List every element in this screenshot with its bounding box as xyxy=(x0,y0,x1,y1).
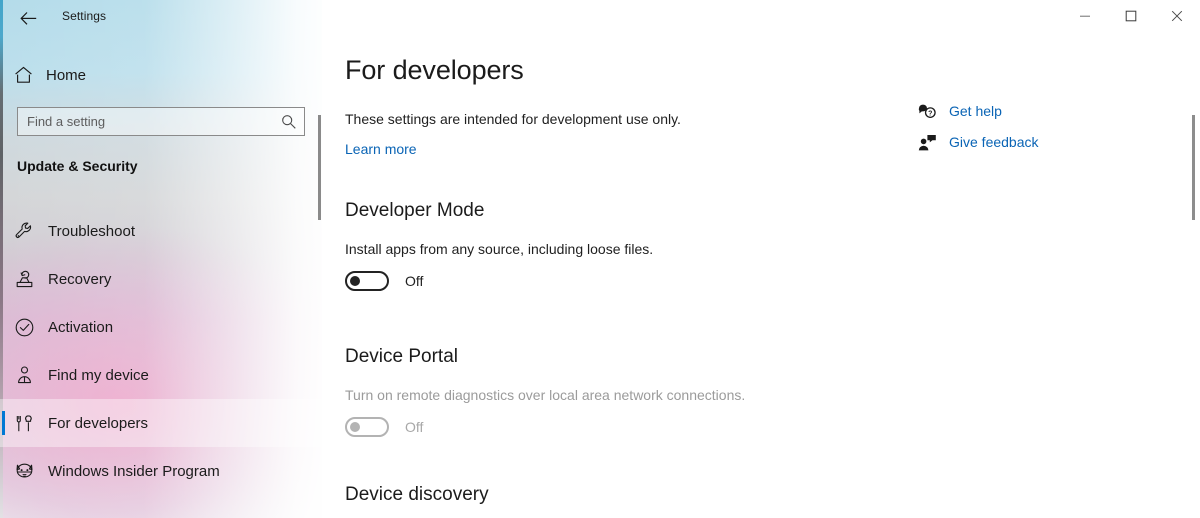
sidebar-item-recovery[interactable]: Recovery xyxy=(0,255,322,303)
sidebar-item-find-my-device[interactable]: Find my device xyxy=(0,351,322,399)
developer-mode-toggle-row[interactable]: Off xyxy=(345,271,653,291)
sidebar-nav-list: Troubleshoot Recovery Activation Find my… xyxy=(0,207,322,495)
selection-indicator xyxy=(2,411,5,435)
help-links: ? Get help Give feedback xyxy=(917,100,1039,153)
maximize-button[interactable] xyxy=(1108,0,1154,32)
main-scrollbar[interactable] xyxy=(1188,32,1198,518)
check-circle-icon xyxy=(0,317,48,338)
device-portal-toggle-state: Off xyxy=(405,419,424,435)
minimize-button[interactable] xyxy=(1062,0,1108,32)
sidebar-scrollbar-thumb[interactable] xyxy=(318,115,321,220)
device-portal-toggle xyxy=(345,417,389,437)
wrench-icon xyxy=(0,221,48,242)
sidebar-item-activation[interactable]: Activation xyxy=(0,303,322,351)
close-button[interactable] xyxy=(1154,0,1200,32)
window-controls xyxy=(1062,0,1200,32)
maximize-icon xyxy=(1125,10,1137,22)
sidebar-item-troubleshoot[interactable]: Troubleshoot xyxy=(0,207,322,255)
sidebar-item-label: Activation xyxy=(48,318,114,336)
sidebar-item-home[interactable]: Home xyxy=(0,58,322,92)
search-icon[interactable] xyxy=(274,114,304,130)
developer-mode-toggle-state: Off xyxy=(405,273,424,289)
search-box[interactable] xyxy=(17,107,305,136)
setting-group-device-discovery: Device discovery xyxy=(345,484,489,518)
group-title: Device discovery xyxy=(345,484,489,505)
tools-icon xyxy=(0,413,48,434)
device-portal-toggle-row: Off xyxy=(345,417,745,437)
page-description: These settings are intended for developm… xyxy=(345,111,681,127)
learn-more-link[interactable]: Learn more xyxy=(345,141,417,157)
back-button[interactable] xyxy=(8,2,48,34)
sidebar-item-label: Recovery xyxy=(48,270,112,288)
get-help-label: Get help xyxy=(949,103,1002,119)
group-title: Device Portal xyxy=(345,346,458,367)
settings-window: Settings Home Update & Security xyxy=(0,0,1200,518)
sidebar-item-for-developers[interactable]: For developers xyxy=(0,399,322,447)
group-description: Turn on remote diagnostics over local ar… xyxy=(345,387,746,403)
toggle-knob xyxy=(350,422,360,432)
sidebar-item-label: Find my device xyxy=(48,366,149,384)
give-feedback-label: Give feedback xyxy=(949,134,1039,150)
page-title: For developers xyxy=(345,55,524,85)
sidebar-section-header: Update & Security xyxy=(17,158,138,174)
setting-group-developer-mode: Developer Mode Install apps from any sou… xyxy=(345,200,653,291)
back-arrow-icon xyxy=(19,11,36,25)
sidebar: Settings Home Update & Security xyxy=(0,0,322,518)
main-scrollbar-thumb[interactable] xyxy=(1192,115,1195,220)
sidebar-item-label: For developers xyxy=(48,414,149,432)
find-device-icon xyxy=(0,365,48,386)
svg-text:?: ? xyxy=(928,110,932,117)
close-icon xyxy=(1171,10,1183,22)
home-icon xyxy=(0,66,46,84)
main-content: For developers These settings are intend… xyxy=(322,0,1200,518)
ninjacat-icon xyxy=(0,461,48,482)
sidebar-item-label: Windows Insider Program xyxy=(48,462,220,480)
give-feedback-link[interactable]: Give feedback xyxy=(917,131,1039,153)
setting-group-device-portal: Device Portal Turn on remote diagnostics… xyxy=(345,346,745,437)
sidebar-item-windows-insider-program[interactable]: Windows Insider Program xyxy=(0,447,322,495)
help-bubble-icon: ? xyxy=(917,101,937,121)
home-label: Home xyxy=(46,66,87,84)
get-help-link[interactable]: ? Get help xyxy=(917,100,1039,122)
minimize-icon xyxy=(1080,15,1090,17)
group-description: Install apps from any source, including … xyxy=(345,241,654,257)
group-title: Developer Mode xyxy=(345,200,485,221)
feedback-person-icon xyxy=(917,132,937,152)
search-input[interactable] xyxy=(18,114,274,129)
toggle-knob xyxy=(350,276,360,286)
window-title: Settings xyxy=(62,9,107,23)
sidebar-item-label: Troubleshoot xyxy=(48,222,135,240)
recovery-icon xyxy=(0,269,48,290)
developer-mode-toggle[interactable] xyxy=(345,271,389,291)
